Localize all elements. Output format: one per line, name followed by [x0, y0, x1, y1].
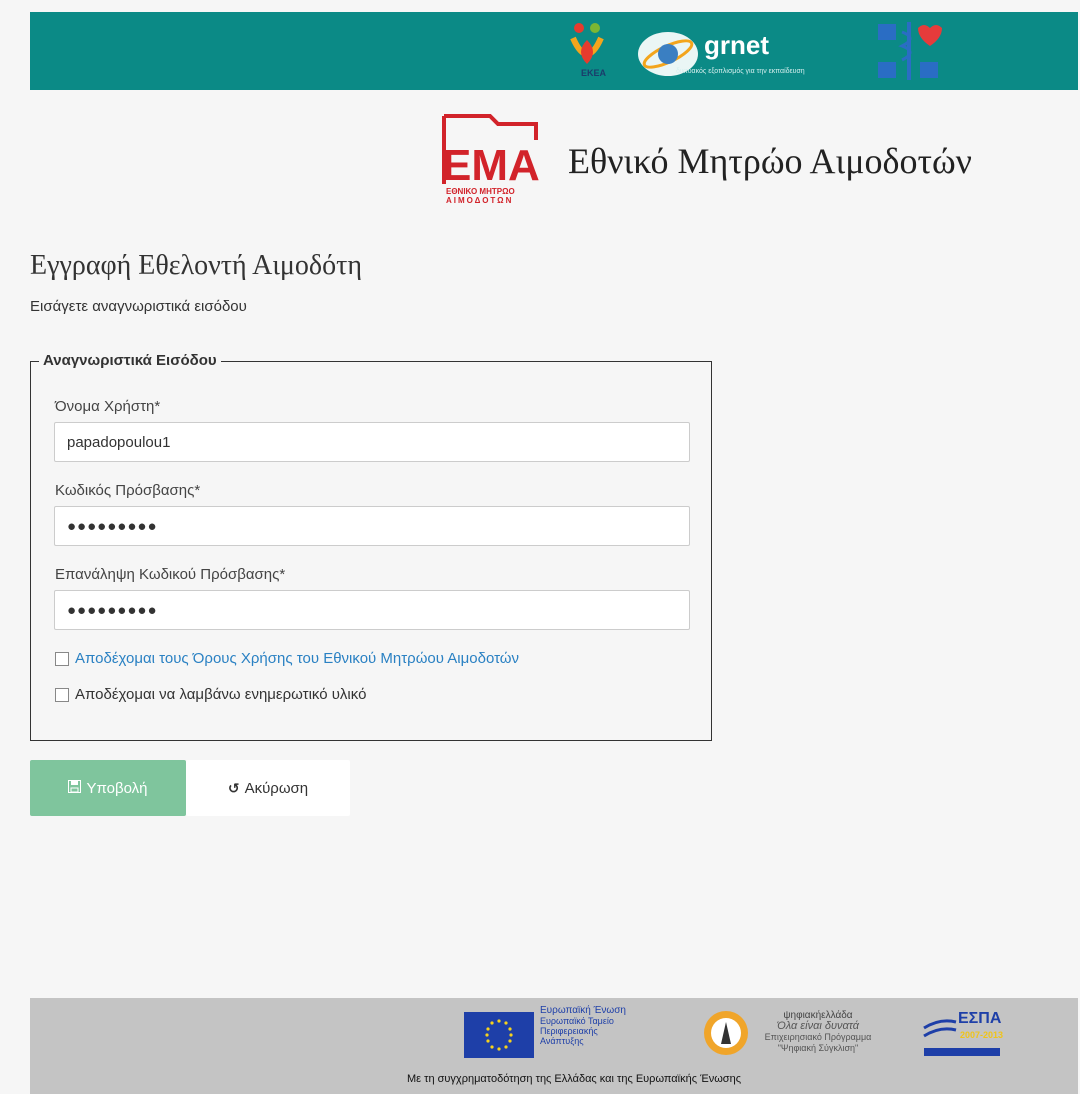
newsletter-checkbox[interactable] — [55, 687, 69, 702]
submit-button[interactable]: Υποβολή — [30, 760, 186, 816]
login-credentials-fieldset: Αναγνωριστικά Εισόδου Όνομα Χρήστη* papa… — [30, 352, 712, 741]
site-title: Εθνικό Μητρώο Αιμοδοτών — [568, 141, 972, 181]
page-title: Εγγραφή Εθελοντή Αιμοδότη — [30, 250, 363, 281]
password-repeat-label: Επανάληψη Κωδικού Πρόσβασης* — [55, 566, 286, 583]
password-repeat-value: ●●●●●●●●● — [67, 601, 158, 619]
username-input[interactable]: papadopoulou1 — [54, 422, 690, 462]
cancel-label: Ακύρωση — [244, 779, 309, 797]
digital-line1: Όλα είναι δυνατά — [776, 1020, 860, 1032]
ekea-logo: ΕΚΕΑ — [555, 20, 625, 86]
terms-link[interactable]: Αποδέχομαι τους Όρους Χρήσης του Εθνικού… — [75, 650, 519, 667]
footer: Ευρωπαϊκή Ένωση Ευρωπαϊκό Ταμείο Περιφερ… — [30, 998, 1078, 1094]
terms-checkbox[interactable] — [55, 651, 69, 666]
digital-greece-text: ψηφιακήελλάδα Όλα είναι δυνατά Επιχειρησ… — [758, 1010, 878, 1054]
brand-header: ΕΜΑ ΕΘΝΙΚΟ ΜΗΤΡΩΟ ΑΙΜΟΔΟΤΩΝ Εθνικό Μητρώ… — [440, 110, 1060, 210]
password-value: ●●●●●●●●● — [67, 517, 158, 535]
svg-text:ΕΘΝΙΚΟ ΜΗΤΡΩΟ: ΕΘΝΙΚΟ ΜΗΤΡΩΟ — [446, 187, 515, 196]
page-subtitle: Εισάγετε αναγνωριστικά εισόδου — [30, 298, 247, 315]
newsletter-checkbox-row[interactable]: Αποδέχομαι να λαμβάνω ενημερωτικό υλικό — [55, 686, 366, 703]
cofunding-text: Με τη συγχρηματοδότηση της Ελλάδας και τ… — [406, 1073, 742, 1085]
grnet-label: grnet — [704, 30, 769, 60]
save-icon — [68, 780, 82, 796]
eu-line1: Ευρωπαϊκό Ταμείο — [540, 1016, 614, 1026]
eu-title: Ευρωπαϊκή Ένωση — [540, 1005, 626, 1016]
espa-logo: ΕΣΠΑ 2007-2013 — [920, 1006, 1010, 1066]
username-label: Όνομα Χρήστη* — [55, 398, 161, 415]
terms-checkbox-row[interactable]: Αποδέχομαι τους Όρους Χρήσης του Εθνικού… — [55, 650, 519, 667]
espa-label: ΕΣΠΑ — [958, 1010, 1002, 1027]
undo-icon: ↺ — [227, 779, 240, 796]
svg-text:ΕΜΑ: ΕΜΑ — [442, 141, 540, 190]
digital-greece-logo — [695, 1006, 757, 1060]
top-bar: ΕΚΕΑ grnet δικτυακός εξοπλισμός για την … — [30, 12, 1078, 90]
grnet-logo: grnet δικτυακός εξοπλισμός για την εκπαί… — [634, 20, 862, 86]
cancel-button[interactable]: ↺ Ακύρωση — [186, 760, 350, 816]
password-repeat-input[interactable]: ●●●●●●●●● — [54, 590, 690, 630]
eu-text: Ευρωπαϊκή Ένωση Ευρωπαϊκό Ταμείο Περιφερ… — [540, 1005, 626, 1047]
ekea-label: ΕΚΕΑ — [581, 68, 607, 78]
password-label: Κωδικός Πρόσβασης* — [55, 482, 201, 499]
newsletter-label: Αποδέχομαι να λαμβάνω ενημερωτικό υλικό — [75, 686, 367, 703]
password-input[interactable]: ●●●●●●●●● — [54, 506, 690, 546]
ema-logo: ΕΜΑ ΕΘΝΙΚΟ ΜΗΤΡΩΟ ΑΙΜΟΔΟΤΩΝ — [440, 110, 540, 210]
ministry-health-logo — [878, 22, 948, 82]
digital-line2: Επιχειρησιακό Πρόγραμμα — [764, 1032, 872, 1042]
espa-years: 2007-2013 — [960, 1030, 1004, 1040]
svg-text:ΑΙΜΟΔΟΤΩΝ: ΑΙΜΟΔΟΤΩΝ — [446, 196, 513, 205]
eu-line2: Περιφερειακής — [540, 1026, 598, 1036]
fieldset-legend: Αναγνωριστικά Εισόδου — [39, 352, 221, 369]
eu-line3: Ανάπτυξης — [540, 1036, 584, 1046]
grnet-tagline: δικτυακός εξοπλισμός για την εκπαίδευση — [676, 68, 805, 75]
username-value: papadopoulou1 — [67, 433, 171, 451]
submit-label: Υποβολή — [86, 779, 148, 797]
digital-line3: "Ψηφιακή Σύγκλιση" — [777, 1043, 859, 1053]
eu-flag-icon — [464, 1012, 534, 1058]
